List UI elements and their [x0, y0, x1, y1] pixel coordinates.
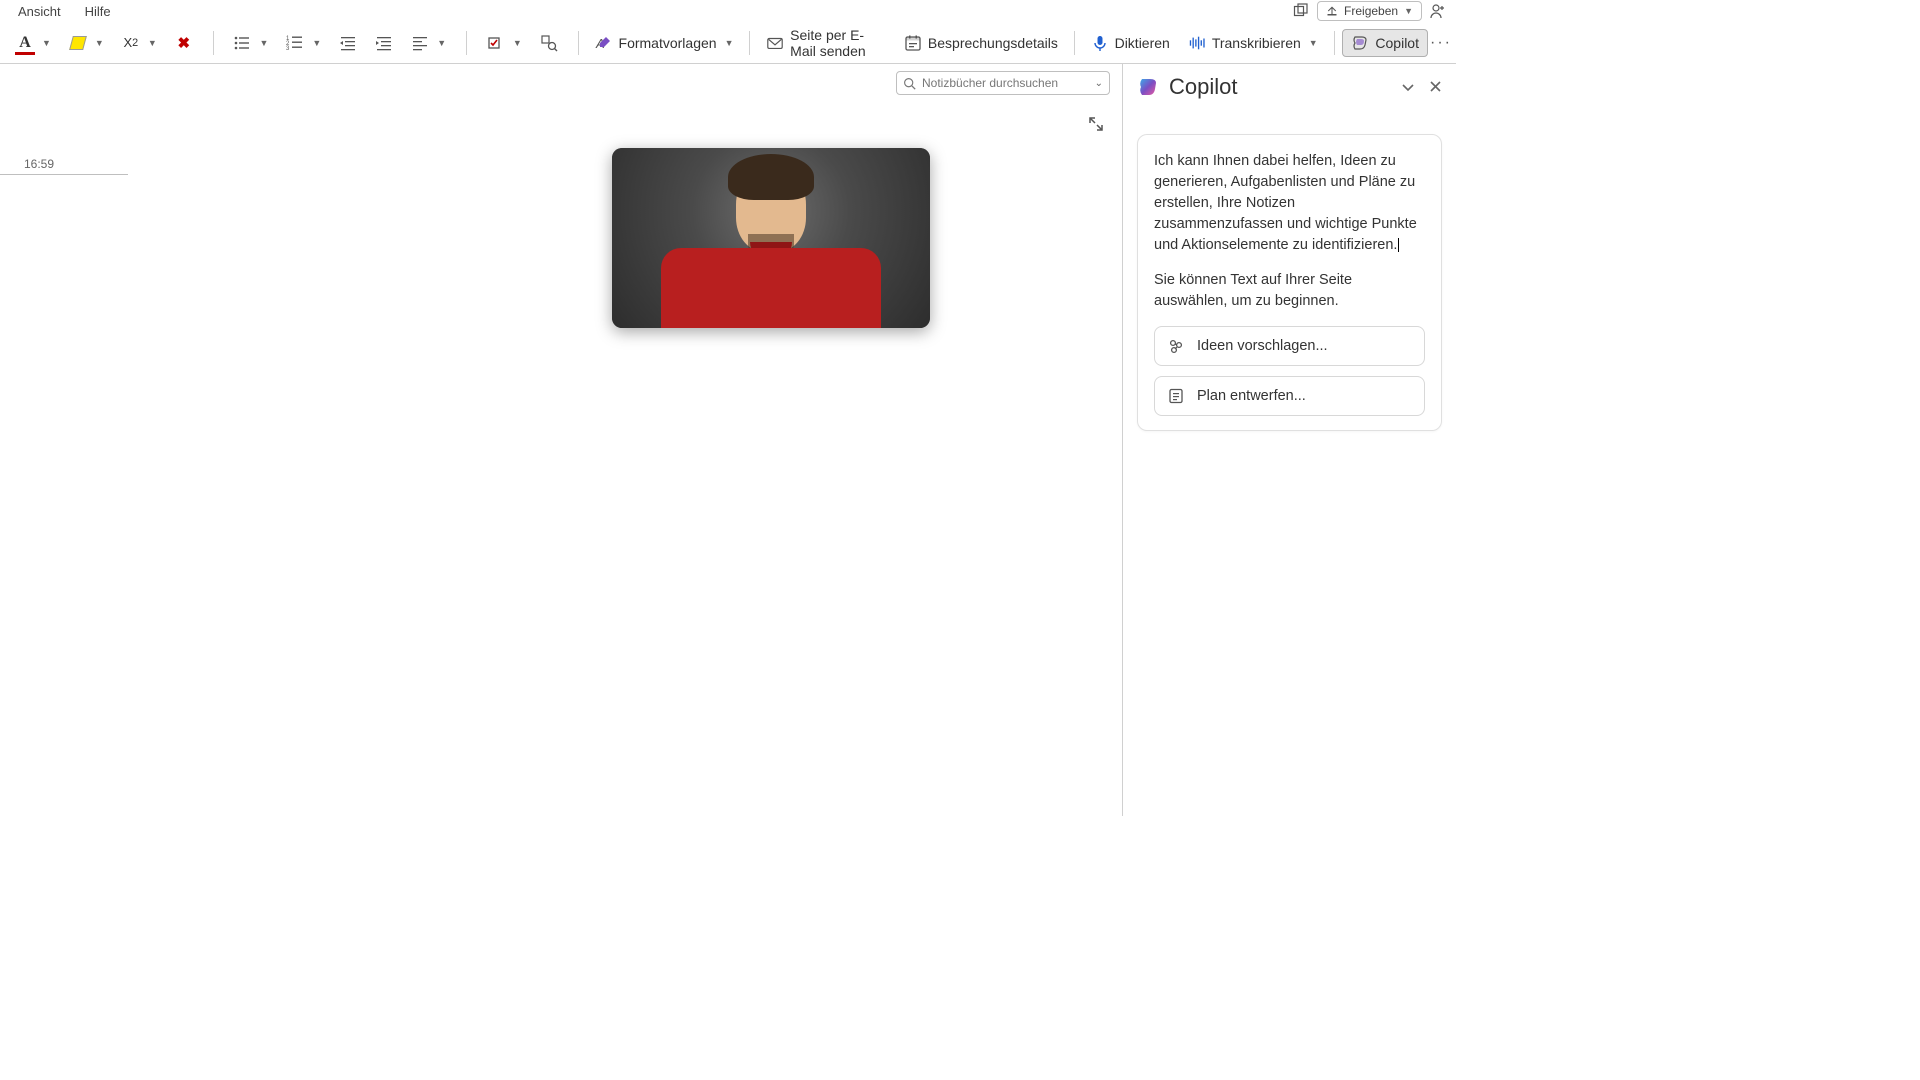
font-color-button[interactable]: A ▼ — [8, 30, 59, 56]
styles-label: Formatvorlagen — [619, 35, 717, 51]
increase-indent-button[interactable] — [367, 30, 401, 56]
copilot-title: Copilot — [1169, 74, 1237, 100]
copilot-intro-card: Ich kann Ihnen dabei helfen, Ideen zu ge… — [1137, 134, 1442, 431]
numbered-list-icon: 123 — [286, 34, 304, 52]
menu-help[interactable]: Hilfe — [73, 2, 123, 21]
copilot-intro-text: Ich kann Ihnen dabei helfen, Ideen zu ge… — [1154, 151, 1425, 256]
chevron-down-icon: ▼ — [42, 38, 51, 48]
toolbar-separator — [466, 31, 467, 55]
account-icon[interactable] — [1428, 1, 1448, 21]
styles-icon: A — [595, 34, 613, 52]
copilot-icon — [1351, 34, 1369, 52]
subscript-icon: X2 — [122, 34, 140, 52]
webcam-overlay — [612, 148, 930, 328]
clear-formatting-button[interactable]: ✖ — [167, 30, 201, 56]
find-tags-icon — [540, 34, 558, 52]
toolbar-separator — [749, 31, 750, 55]
dictate-button[interactable]: Diktieren — [1083, 30, 1178, 56]
plan-icon — [1167, 387, 1185, 405]
chevron-down-icon: ▼ — [1309, 38, 1318, 48]
share-label: Freigeben — [1344, 4, 1398, 18]
clear-formatting-icon: ✖ — [175, 34, 193, 52]
transcribe-label: Transkribieren — [1212, 35, 1301, 51]
suggestion-ideas-label: Ideen vorschlagen... — [1197, 338, 1328, 354]
chevron-down-icon: ▼ — [259, 38, 268, 48]
dictate-label: Diktieren — [1115, 35, 1170, 51]
chevron-down-icon: ▼ — [95, 38, 104, 48]
email-page-button[interactable]: Seite per E-Mail senden — [758, 23, 894, 63]
open-desktop-icon[interactable] — [1291, 1, 1311, 21]
styles-button[interactable]: A Formatvorlagen ▼ — [587, 30, 742, 56]
svg-text:3: 3 — [286, 46, 290, 52]
chevron-down-icon: ▼ — [725, 38, 734, 48]
text-highlight-button[interactable]: ▼ — [61, 30, 112, 56]
search-placeholder: Notizbücher durchsuchen — [922, 76, 1058, 90]
suggestion-plan-label: Plan entwerfen... — [1197, 388, 1306, 404]
expand-icon[interactable] — [1088, 116, 1104, 132]
bullets-button[interactable]: ▼ — [225, 30, 276, 56]
meeting-details-label: Besprechungsdetails — [928, 35, 1058, 51]
copilot-button[interactable]: Copilot — [1342, 29, 1428, 57]
toolbar-more-button[interactable]: ··· — [1430, 34, 1452, 52]
transcribe-button[interactable]: Transkribieren ▼ — [1180, 30, 1326, 56]
chevron-down-icon: ▼ — [148, 38, 157, 48]
align-button[interactable]: ▼ — [403, 30, 454, 56]
page-timestamp: 16:59 — [0, 157, 128, 175]
font-color-icon: A — [16, 34, 34, 52]
chevron-down-icon: ▼ — [312, 38, 321, 48]
copilot-hint-text: Sie können Text auf Ihrer Seite auswähle… — [1154, 270, 1425, 312]
search-icon — [903, 77, 916, 90]
collapse-panel-button[interactable] — [1401, 80, 1415, 94]
copilot-panel: Copilot Ich kann Ihnen dabei helfen, Ide… — [1122, 64, 1456, 816]
ideas-icon — [1167, 337, 1185, 355]
copilot-logo-icon — [1137, 76, 1159, 98]
email-page-label: Seite per E-Mail senden — [790, 27, 886, 59]
share-button[interactable]: Freigeben ▼ — [1317, 1, 1422, 21]
close-panel-button[interactable] — [1429, 80, 1442, 94]
numbering-button[interactable]: 123 ▼ — [278, 30, 329, 56]
chevron-down-icon: ▼ — [513, 38, 522, 48]
todo-tag-button[interactable]: ▼ — [479, 30, 530, 56]
highlight-icon — [69, 34, 87, 52]
chevron-down-icon: ▼ — [437, 38, 446, 48]
suggestion-plan-button[interactable]: Plan entwerfen... — [1154, 376, 1425, 416]
indent-icon — [375, 34, 393, 52]
subscript-button[interactable]: X2 ▼ — [114, 30, 165, 56]
suggestion-ideas-button[interactable]: Ideen vorschlagen... — [1154, 326, 1425, 366]
decrease-indent-button[interactable] — [331, 30, 365, 56]
calendar-icon — [904, 34, 922, 52]
copilot-toolbar-label: Copilot — [1375, 35, 1419, 51]
toolbar-separator — [213, 31, 214, 55]
toolbar-separator — [1334, 31, 1335, 55]
chevron-down-icon: ⌄ — [1095, 78, 1103, 89]
share-icon — [1326, 5, 1338, 17]
chevron-down-icon: ▼ — [1404, 6, 1413, 16]
transcribe-icon — [1188, 34, 1206, 52]
meeting-details-button[interactable]: Besprechungsdetails — [896, 30, 1066, 56]
email-icon — [766, 34, 784, 52]
toolbar-separator — [578, 31, 579, 55]
search-notebooks-input[interactable]: Notizbücher durchsuchen ⌄ — [896, 71, 1110, 95]
find-tags-button[interactable] — [532, 30, 566, 56]
text-cursor — [1398, 238, 1399, 252]
toolbar-separator — [1074, 31, 1075, 55]
page-canvas[interactable]: 16:59 Notizbücher durchsuchen ⌄ — [0, 64, 1122, 816]
bullet-list-icon — [233, 34, 251, 52]
outdent-icon — [339, 34, 357, 52]
checkbox-tag-icon — [487, 34, 505, 52]
microphone-icon — [1091, 34, 1109, 52]
menu-view[interactable]: Ansicht — [6, 2, 73, 21]
align-left-icon — [411, 34, 429, 52]
